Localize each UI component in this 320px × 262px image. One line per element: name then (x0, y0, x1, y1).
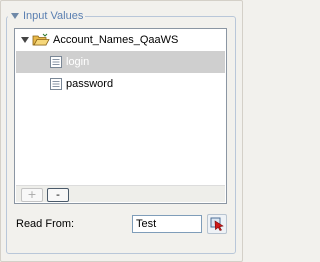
read-from-input[interactable] (132, 215, 202, 233)
tree-toolbar: + - (16, 185, 225, 202)
document-icon (50, 78, 62, 90)
tree-root-label: Account_Names_QaaWS (53, 34, 179, 46)
tree-item-label: password (66, 78, 114, 90)
open-folder-icon (32, 33, 50, 46)
tree-item-label: login (66, 56, 90, 68)
read-from-label: Read From: (16, 218, 75, 230)
values-tree[interactable]: Account_Names_QaaWS login password + - (14, 28, 227, 204)
group-title: Input Values (23, 10, 84, 22)
collapse-triangle-icon[interactable] (10, 11, 20, 21)
remove-value-button[interactable]: - (47, 188, 69, 202)
tree-root-row[interactable]: Account_Names_QaaWS (16, 29, 225, 51)
group-header[interactable]: Input Values (8, 9, 86, 23)
expand-triangle-icon[interactable] (20, 35, 30, 45)
tree-item-password[interactable]: password (16, 73, 225, 95)
document-icon (50, 56, 62, 68)
tree-item-login[interactable]: login (16, 51, 225, 73)
add-value-button[interactable]: + (21, 188, 43, 202)
cursor-picker-icon (210, 217, 224, 231)
read-from-picker-button[interactable] (207, 214, 227, 234)
